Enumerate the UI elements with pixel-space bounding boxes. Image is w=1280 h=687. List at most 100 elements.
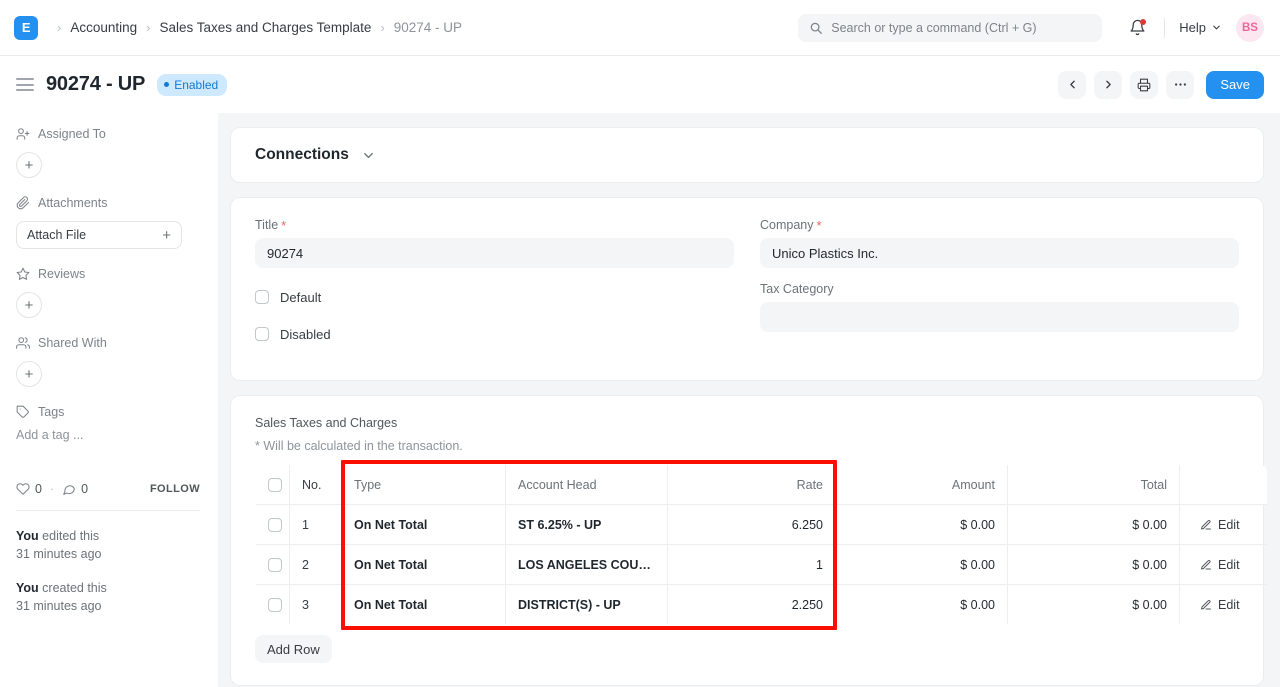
add-tag-input[interactable]: Add a tag ... xyxy=(16,428,200,442)
row-select-cell xyxy=(256,505,290,545)
pencil-icon xyxy=(1200,599,1212,611)
row-select-cell xyxy=(256,585,290,625)
cell-account-head[interactable]: DISTRICT(S) - UP xyxy=(506,585,668,625)
connections-toggle[interactable]: Connections xyxy=(231,128,1263,182)
disabled-checkbox[interactable] xyxy=(255,327,269,341)
add-share-button[interactable]: + xyxy=(16,361,42,387)
table-head: No. Type Account Head Rate Amount Total xyxy=(256,465,1268,505)
tax-category-input[interactable] xyxy=(760,302,1239,332)
breadcrumb-separator: › xyxy=(146,21,150,34)
row-checkbox[interactable] xyxy=(268,518,282,532)
save-button[interactable]: Save xyxy=(1206,71,1264,99)
table-row[interactable]: 2 On Net Total LOS ANGELES COUNT… 1 $ 0.… xyxy=(256,545,1268,585)
prev-document-button[interactable] xyxy=(1058,71,1086,99)
edit-row-button[interactable]: Edit xyxy=(1192,558,1255,572)
plus-icon: + xyxy=(162,228,171,243)
cell-rate[interactable]: 6.250 xyxy=(668,505,836,545)
column-header-rate[interactable]: Rate xyxy=(668,465,836,505)
column-header-total[interactable]: Total xyxy=(1008,465,1180,505)
navbar-divider xyxy=(1164,18,1165,38)
cell-rate[interactable]: 2.250 xyxy=(668,585,836,625)
cell-amount[interactable]: $ 0.00 xyxy=(836,545,1008,585)
cell-amount[interactable]: $ 0.00 xyxy=(836,585,1008,625)
cell-type[interactable]: On Net Total xyxy=(342,505,506,545)
activity-actor: You xyxy=(16,581,39,595)
column-header-amount[interactable]: Amount xyxy=(836,465,1008,505)
title-input[interactable]: 90274 xyxy=(255,238,734,268)
sidebar-divider xyxy=(16,510,200,511)
tax-category-field-label: Tax Category xyxy=(760,282,1239,296)
printer-icon xyxy=(1137,78,1151,92)
cell-actions: Edit xyxy=(1180,505,1268,545)
sidebar-section-reviews: Reviews + xyxy=(16,267,200,318)
stats-separator: · xyxy=(50,482,54,496)
status-badge-label: Enabled xyxy=(174,78,218,92)
column-header-account-head[interactable]: Account Head xyxy=(506,465,668,505)
sidebar-stats: 0 · 0 FOLLOW xyxy=(16,482,200,496)
chevron-left-icon xyxy=(1066,78,1079,91)
edit-label: Edit xyxy=(1218,558,1240,572)
disabled-checkbox-label: Disabled xyxy=(280,327,331,342)
like-button[interactable]: 0 xyxy=(16,482,42,496)
default-checkbox-row: Default xyxy=(255,282,734,312)
column-header-no[interactable]: No. xyxy=(290,465,342,505)
notification-dot xyxy=(1140,19,1146,25)
required-asterisk: * xyxy=(281,219,286,232)
table-row[interactable]: 3 On Net Total DISTRICT(S) - UP 2.250 $ … xyxy=(256,585,1268,625)
sidebar-toggle-icon[interactable] xyxy=(16,78,34,91)
table-row[interactable]: 1 On Net Total ST 6.25% - UP 6.250 $ 0.0… xyxy=(256,505,1268,545)
form-column-right: Company * Unico Plastics Inc. Tax Catego… xyxy=(760,218,1239,356)
sidebar-section-header: Tags xyxy=(16,405,200,419)
attach-file-button[interactable]: Attach File + xyxy=(16,221,182,249)
cell-rate[interactable]: 1 xyxy=(668,545,836,585)
breadcrumb-item-sales-taxes-and-charges-template[interactable]: Sales Taxes and Charges Template xyxy=(159,20,371,35)
cell-type[interactable]: On Net Total xyxy=(342,545,506,585)
body-wrapper: Assigned To + Attachments Attach File + xyxy=(0,113,1280,687)
activity-actor: You xyxy=(16,529,39,543)
app-logo[interactable]: E xyxy=(14,16,38,40)
default-checkbox-label: Default xyxy=(280,290,321,305)
row-select-cell xyxy=(256,545,290,585)
column-header-type[interactable]: Type xyxy=(342,465,506,505)
page-header: 90274 - UP Enabled xyxy=(0,56,1280,113)
add-review-button[interactable]: + xyxy=(16,292,42,318)
title-field-label: Title * xyxy=(255,218,734,232)
avatar[interactable]: BS xyxy=(1236,14,1264,42)
attach-file-label: Attach File xyxy=(27,228,86,242)
cell-total[interactable]: $ 0.00 xyxy=(1008,545,1180,585)
comment-icon xyxy=(62,482,76,496)
cell-amount[interactable]: $ 0.00 xyxy=(836,505,1008,545)
cell-type[interactable]: On Net Total xyxy=(342,585,506,625)
notifications-button[interactable] xyxy=(1124,15,1150,41)
add-row-button[interactable]: Add Row xyxy=(255,635,332,663)
add-assignment-button[interactable]: + xyxy=(16,152,42,178)
sales-taxes-table: No. Type Account Head Rate Amount Total xyxy=(255,464,1268,625)
edit-row-button[interactable]: Edit xyxy=(1192,518,1255,532)
cell-total[interactable]: $ 0.00 xyxy=(1008,585,1180,625)
cell-account-head[interactable]: LOS ANGELES COUNT… xyxy=(506,545,668,585)
default-checkbox[interactable] xyxy=(255,290,269,304)
sidebar-section-header: Shared With xyxy=(16,336,200,350)
breadcrumb-item-accounting[interactable]: Accounting xyxy=(70,20,137,35)
edit-row-button[interactable]: Edit xyxy=(1192,598,1255,612)
cell-total[interactable]: $ 0.00 xyxy=(1008,505,1180,545)
cell-actions: Edit xyxy=(1180,585,1268,625)
comment-button[interactable]: 0 xyxy=(62,482,88,496)
row-checkbox[interactable] xyxy=(268,598,282,612)
search-input[interactable]: Search or type a command (Ctrl + G) xyxy=(798,14,1102,42)
company-input[interactable]: Unico Plastics Inc. xyxy=(760,238,1239,268)
details-form-card: Title * 90274 Default Disabled xyxy=(230,197,1264,381)
more-options-button[interactable] xyxy=(1166,71,1194,99)
select-all-checkbox[interactable] xyxy=(268,478,282,492)
pencil-icon xyxy=(1200,559,1212,571)
paperclip-icon xyxy=(16,196,30,210)
print-button[interactable] xyxy=(1130,71,1158,99)
cell-account-head[interactable]: ST 6.25% - UP xyxy=(506,505,668,545)
follow-button[interactable]: FOLLOW xyxy=(150,483,200,495)
select-all-header xyxy=(256,465,290,505)
help-dropdown[interactable]: Help xyxy=(1179,20,1222,35)
grid-note: * Will be calculated in the transaction. xyxy=(255,439,1239,453)
row-checkbox[interactable] xyxy=(268,558,282,572)
next-document-button[interactable] xyxy=(1094,71,1122,99)
sidebar-section-header: Assigned To xyxy=(16,127,200,141)
